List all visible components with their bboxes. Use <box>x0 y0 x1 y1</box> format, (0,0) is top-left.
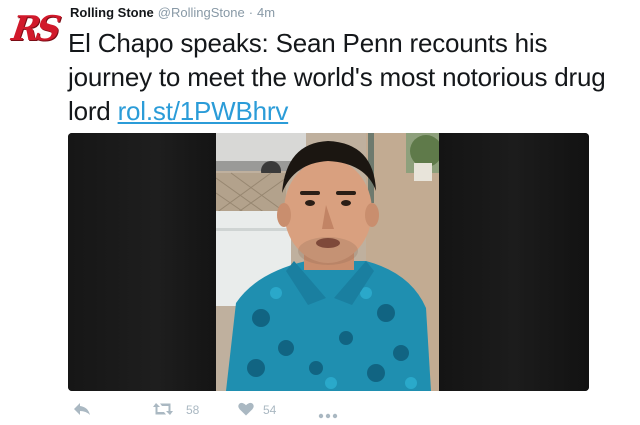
reply-icon[interactable] <box>73 401 91 417</box>
like-count: 54 <box>263 403 277 417</box>
display-name[interactable]: Rolling Stone <box>70 5 154 20</box>
video-frame-illustration <box>216 133 439 391</box>
tweet-header: Rolling Stone @RollingStone · 4m <box>70 5 275 23</box>
retweet-icon[interactable] <box>152 402 174 416</box>
avatar[interactable]: RS <box>8 9 60 49</box>
tweet-link[interactable]: rol.st/1PWBhrv <box>118 96 289 126</box>
video-media[interactable] <box>68 133 589 391</box>
timestamp[interactable]: 4m <box>257 5 275 20</box>
separator-dot: · <box>248 5 254 20</box>
user-handle[interactable]: @RollingStone <box>158 5 245 20</box>
heart-icon[interactable] <box>238 402 254 416</box>
tweet: RS Rolling Stone @RollingStone · 4m El C… <box>0 0 640 425</box>
video-blur-right <box>439 133 589 391</box>
tweet-text: El Chapo speaks: Sean Penn recounts his … <box>68 26 628 128</box>
video-thumbnail <box>216 133 439 391</box>
rolling-stone-logo: RS <box>8 9 60 49</box>
video-blur-left <box>68 133 216 391</box>
more-icon[interactable] <box>318 406 338 419</box>
retweet-count: 58 <box>186 403 200 417</box>
